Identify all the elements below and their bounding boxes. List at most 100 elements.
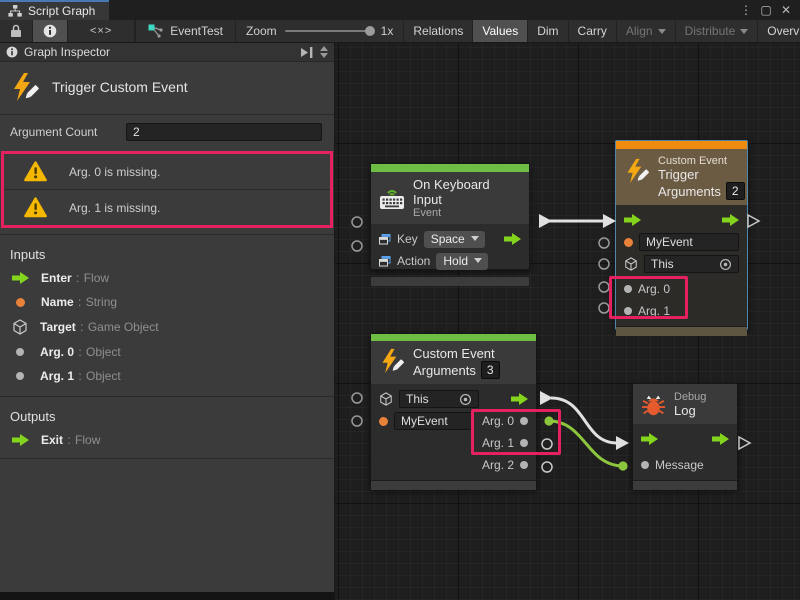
dock-panel-icon[interactable]: [301, 47, 314, 58]
value-port[interactable]: [352, 416, 362, 426]
overview-label: Overview: [767, 24, 800, 38]
outputs-heading: Outputs: [0, 397, 334, 428]
node-footer: [371, 276, 529, 286]
carry-button[interactable]: Carry: [569, 20, 617, 42]
input-pin-name: Name : String: [0, 290, 334, 314]
graph-canvas[interactable]: On Keyboard Input Event Key Space Action…: [335, 43, 800, 600]
flow-output-port[interactable]: [504, 233, 521, 245]
graph-name-label: EventTest: [170, 24, 223, 38]
key-row: Key Space: [371, 228, 529, 250]
pin-name: Target: [40, 320, 76, 334]
value-port[interactable]: [599, 238, 609, 248]
target-field[interactable]: This: [399, 390, 479, 408]
warning-icon: [24, 161, 47, 182]
flow-wire: [551, 398, 617, 443]
arg2-label: Arg. 2: [482, 458, 514, 472]
arg1-row: Arg. 1: [371, 432, 536, 454]
flow-port-unconnected[interactable]: [748, 215, 759, 227]
value-port[interactable]: [599, 303, 609, 313]
value-port[interactable]: [542, 439, 552, 449]
maximize-icon[interactable]: ▢: [758, 3, 774, 17]
tab-label: Script Graph: [28, 4, 95, 18]
divider: [0, 458, 334, 459]
tab-script-graph[interactable]: Script Graph: [0, 0, 109, 20]
distribute-button[interactable]: Distribute: [676, 20, 759, 42]
node-header: Custom Event Trigger Arguments2: [616, 149, 747, 205]
window-titlebar: Script Graph ⋮ ▢ ✕: [0, 0, 800, 20]
value-port[interactable]: [352, 393, 362, 403]
relations-button[interactable]: Relations: [404, 20, 473, 42]
event-name-row: MyEvent Arg. 0: [371, 410, 536, 432]
arg0-label: Arg. 0: [482, 414, 514, 428]
node-title: Log: [674, 403, 706, 418]
lock-button[interactable]: [0, 20, 33, 42]
node-header: On Keyboard Input Event: [371, 172, 529, 224]
zoom-slider[interactable]: [285, 30, 373, 32]
flow-output-port[interactable]: [712, 433, 729, 445]
flow-port-unconnected[interactable]: [739, 437, 750, 449]
object-picker-icon[interactable]: [459, 393, 472, 406]
flow-arrow-icon: [12, 272, 29, 284]
value-port[interactable]: [599, 282, 609, 292]
overview-button[interactable]: Overview: [758, 20, 800, 42]
event-name-row: MyEvent: [616, 231, 747, 253]
arg1-row: Arg. 1: [616, 300, 747, 322]
dim-label: Dim: [537, 24, 558, 38]
node-custom-event[interactable]: Custom Event Arguments3 This MyEvent Arg…: [370, 333, 537, 490]
argument-count-input[interactable]: 2: [126, 123, 322, 141]
arg0-row: Arg. 0: [616, 278, 747, 300]
chevron-down-icon: [471, 236, 479, 241]
wire-start-arrow: [539, 214, 552, 228]
panel-spinner[interactable]: [320, 46, 328, 58]
keyboard-icon: [379, 187, 405, 210]
graph-name-button[interactable]: EventTest: [135, 20, 236, 42]
graph-hierarchy-icon: [8, 5, 22, 17]
flow-input-port[interactable]: [641, 433, 658, 445]
value-port[interactable]: [352, 241, 362, 251]
code-icon: <×>: [90, 25, 112, 37]
node-body: This MyEvent Arg. 0 Arg. 1 Arg. 2: [371, 384, 536, 480]
colon: :: [76, 271, 79, 285]
object-port-icon: [641, 461, 649, 469]
graph-toolbar: <×> EventTest Zoom 1x Relations Values D…: [0, 20, 800, 43]
event-name-field[interactable]: MyEvent: [639, 233, 739, 251]
node-debug-log[interactable]: Debug Log Message: [632, 383, 738, 490]
flow-input-port[interactable]: [624, 214, 641, 226]
node-on-keyboard-input[interactable]: On Keyboard Input Event Key Space Action…: [370, 163, 530, 270]
node-trigger-custom-event[interactable]: Custom Event Trigger Arguments2 MyEvent …: [615, 140, 748, 330]
string-port-icon: [624, 238, 633, 247]
close-icon[interactable]: ✕: [778, 3, 794, 17]
object-picker-icon[interactable]: [719, 258, 732, 271]
values-button[interactable]: Values: [473, 20, 528, 42]
argument-count-label: Argument Count: [10, 125, 118, 139]
variables-button[interactable]: <×>: [68, 20, 135, 42]
node-category: Debug: [674, 391, 706, 403]
carry-label: Carry: [578, 24, 607, 38]
event-name-field[interactable]: MyEvent: [394, 412, 474, 430]
value-port-connected[interactable]: [618, 461, 627, 470]
pin-type: String: [86, 295, 117, 309]
zoom-slider-handle[interactable]: [365, 26, 375, 36]
unit-title-block: Trigger Custom Event: [0, 62, 334, 114]
flow-output-port[interactable]: [511, 393, 528, 405]
value-port-connected[interactable]: [544, 416, 553, 425]
pin-name: Name: [41, 295, 74, 309]
colon: :: [78, 295, 81, 309]
flow-output-port[interactable]: [722, 214, 739, 226]
key-dropdown[interactable]: Space: [424, 231, 485, 248]
value-port[interactable]: [542, 462, 552, 472]
chevron-down-icon: [658, 29, 666, 34]
object-port-icon: [520, 461, 528, 469]
node-body: MyEvent This Arg. 0 Arg. 1: [616, 205, 747, 326]
target-field[interactable]: This: [644, 255, 739, 273]
action-dropdown[interactable]: Hold: [436, 253, 488, 270]
pin-name: Enter: [41, 271, 72, 285]
align-button[interactable]: Align: [617, 20, 676, 42]
value-port[interactable]: [352, 217, 362, 227]
inspector-toggle-button[interactable]: [33, 20, 68, 42]
zoom-label: Zoom: [246, 24, 277, 38]
dim-button[interactable]: Dim: [528, 20, 568, 42]
value-port[interactable]: [599, 259, 609, 269]
arg1-label: Arg. 1: [638, 304, 670, 318]
window-menu-icon[interactable]: ⋮: [738, 3, 754, 17]
